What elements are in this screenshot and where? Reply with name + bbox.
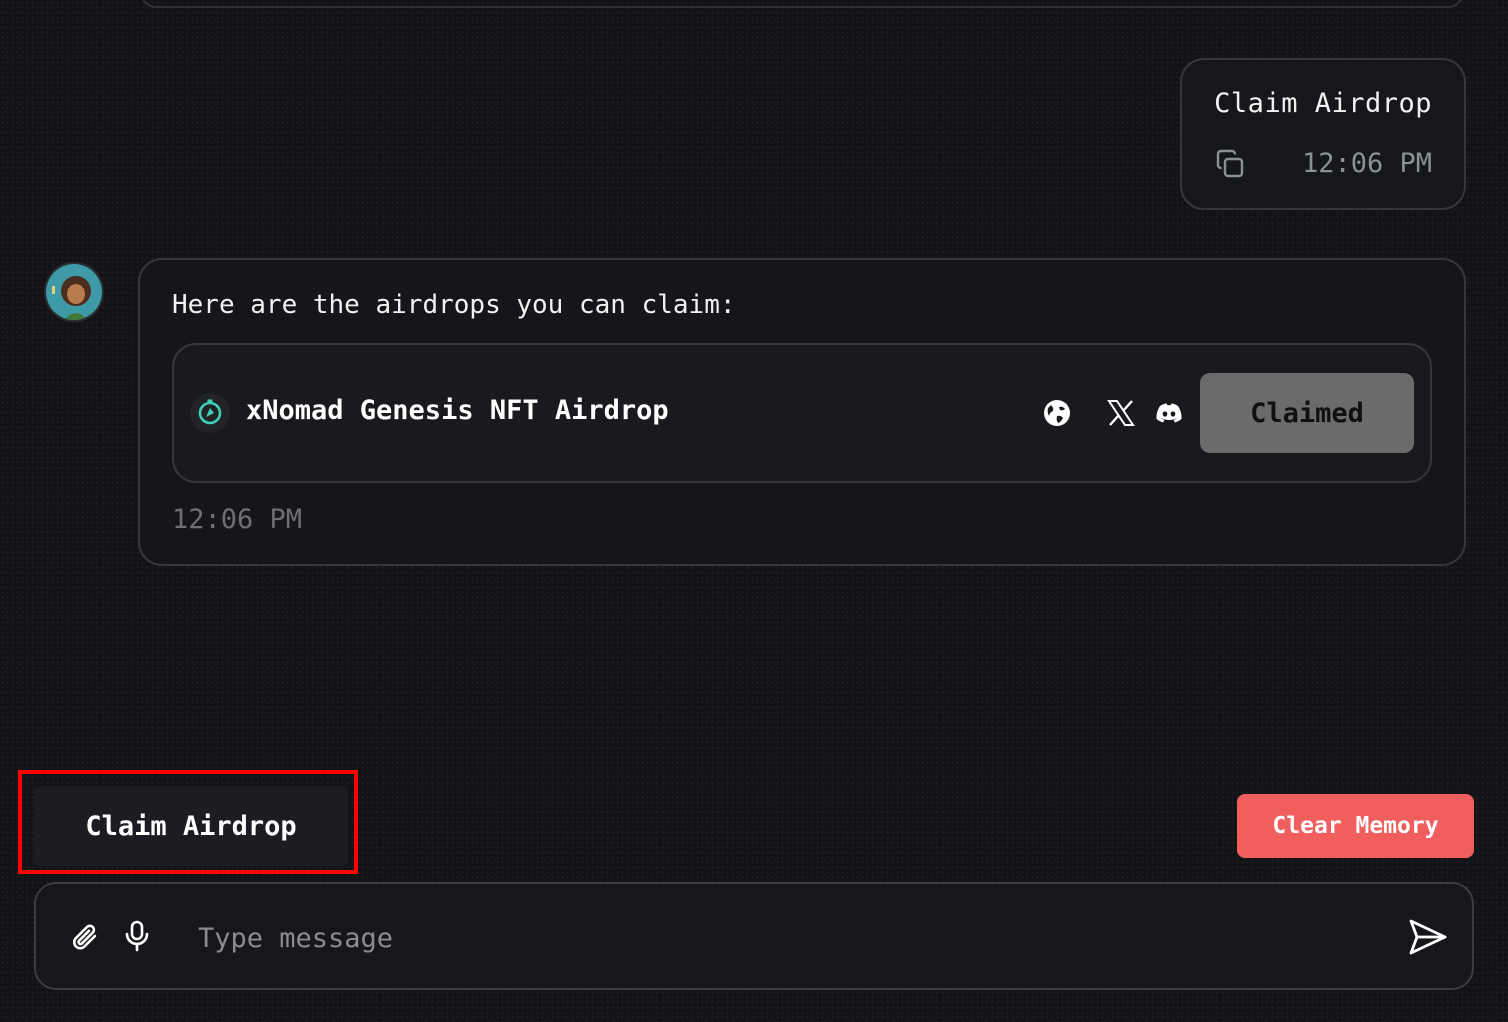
message-input[interactable]	[196, 912, 1380, 964]
user-message-time: 12:06 PM	[1301, 148, 1432, 179]
claimed-button[interactable]: Claimed	[1200, 373, 1414, 453]
bot-message-text: Here are the airdrops you can claim:	[172, 290, 736, 320]
agent-avatar	[44, 262, 104, 322]
discord-icon[interactable]	[1154, 398, 1184, 428]
xnomad-logo-icon	[190, 393, 230, 433]
copy-icon[interactable]	[1214, 148, 1246, 180]
clear-memory-button[interactable]: Clear Memory	[1237, 794, 1474, 858]
bot-message-time: 12:06 PM	[172, 504, 303, 535]
globe-icon[interactable]	[1042, 398, 1072, 428]
message-composer	[34, 882, 1474, 990]
previous-message-bubble	[140, 0, 1464, 8]
bot-message-bubble: Here are the airdrops you can claim: xNo…	[138, 258, 1466, 566]
airdrop-card: xNomad Genesis NFT Airdrop Claimed	[172, 343, 1432, 483]
airdrop-name: xNomad Genesis NFT Airdrop	[246, 395, 669, 426]
microphone-icon[interactable]	[122, 920, 152, 952]
x-icon[interactable]	[1106, 398, 1136, 428]
user-message-bubble: Claim Airdrop 12:06 PM	[1180, 58, 1466, 210]
claim-airdrop-button[interactable]: Claim Airdrop	[34, 786, 348, 866]
user-message-text: Claim Airdrop	[1214, 88, 1432, 119]
paperclip-icon[interactable]	[70, 922, 100, 952]
send-icon[interactable]	[1408, 918, 1448, 956]
